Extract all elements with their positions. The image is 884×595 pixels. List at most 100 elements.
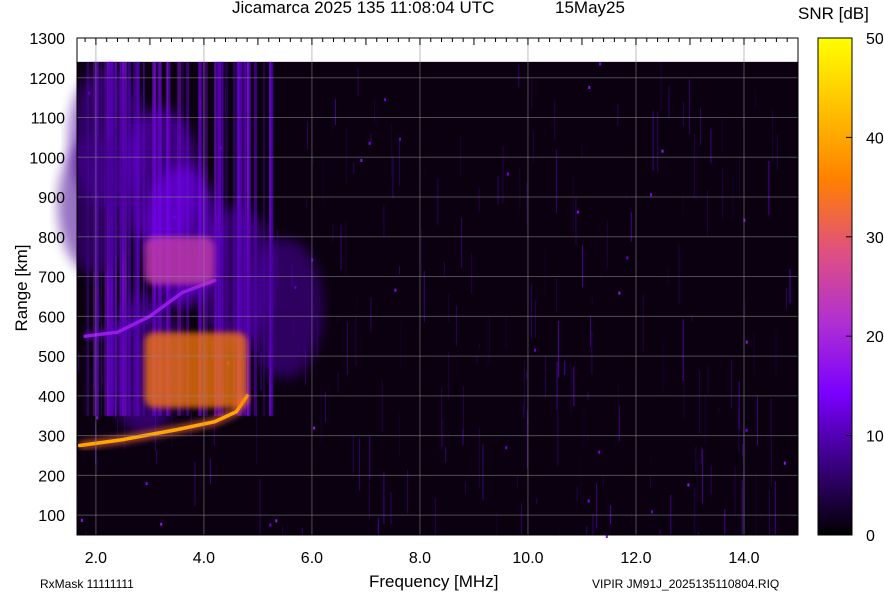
noise-dot bbox=[618, 291, 621, 295]
noise-streak bbox=[545, 356, 546, 398]
noise-streak bbox=[156, 450, 158, 464]
noise-dot bbox=[275, 519, 278, 523]
noise-streak bbox=[526, 372, 528, 379]
noise-streak bbox=[531, 78, 533, 109]
noise-streak bbox=[710, 465, 712, 495]
noise-streak bbox=[526, 182, 528, 225]
noise-streak bbox=[741, 62, 742, 76]
y-tick-label: 600 bbox=[38, 309, 65, 326]
noise-streak bbox=[448, 352, 450, 399]
y-tick-label: 1300 bbox=[29, 31, 65, 48]
noise-streak bbox=[443, 261, 445, 278]
noise-streak bbox=[322, 159, 324, 203]
noise-streak bbox=[346, 321, 348, 375]
noise-dot bbox=[80, 518, 83, 522]
colorbar-tick-label: 30 bbox=[866, 230, 884, 247]
noise-streak bbox=[591, 297, 593, 305]
noise-streak bbox=[742, 443, 744, 457]
noise-streak bbox=[534, 300, 536, 338]
noise-streak bbox=[345, 220, 347, 276]
noise-dot bbox=[598, 450, 601, 454]
colorbar-tick-label: 20 bbox=[866, 329, 884, 346]
noise-streak bbox=[301, 528, 303, 535]
noise-streak bbox=[732, 177, 734, 219]
noise-streak bbox=[557, 321, 559, 378]
y-tick-label: 1100 bbox=[31, 111, 66, 128]
noise-streak bbox=[392, 156, 394, 198]
noise-streak bbox=[668, 86, 670, 119]
noise-streak bbox=[374, 99, 376, 123]
noise-streak bbox=[352, 434, 354, 474]
noise-streak bbox=[356, 295, 357, 309]
noise-streak bbox=[194, 461, 196, 507]
noise-streak bbox=[662, 341, 664, 392]
noise-streak bbox=[423, 169, 425, 178]
noise-streak bbox=[383, 471, 385, 525]
noise-streak bbox=[768, 489, 770, 535]
noise-streak bbox=[391, 123, 393, 179]
noise-streak bbox=[536, 498, 538, 505]
noise-streak bbox=[721, 117, 723, 153]
noise-streak bbox=[731, 359, 732, 408]
noise-streak bbox=[478, 187, 480, 213]
noise-streak bbox=[518, 64, 520, 88]
noise-streak bbox=[519, 168, 521, 209]
noise-streak bbox=[682, 191, 684, 215]
y-tick-label: 800 bbox=[38, 230, 65, 247]
x-tick-label: 6.0 bbox=[301, 550, 323, 567]
noise-streak bbox=[650, 454, 652, 462]
noise-streak bbox=[695, 151, 697, 201]
noise-streak bbox=[399, 322, 401, 368]
noise-streak bbox=[774, 481, 776, 535]
noise-streak bbox=[558, 525, 560, 535]
noise-streak bbox=[407, 470, 409, 514]
x-tick-label: 8.0 bbox=[409, 550, 431, 567]
noise-dot bbox=[534, 348, 537, 352]
noise-streak bbox=[596, 482, 598, 529]
noise-streak bbox=[683, 376, 685, 418]
x-tick-label: 4.0 bbox=[193, 550, 215, 567]
y-tick-label: 700 bbox=[38, 270, 65, 287]
y-tick-label: 500 bbox=[38, 349, 65, 366]
noise-dot bbox=[626, 256, 629, 260]
noise-streak bbox=[660, 62, 662, 111]
y-tick-label: 1200 bbox=[29, 71, 65, 88]
noise-streak bbox=[83, 348, 85, 410]
noise-dot bbox=[384, 98, 386, 102]
noise-dot bbox=[687, 483, 690, 487]
noise-streak bbox=[724, 509, 726, 535]
noise-streak bbox=[423, 270, 425, 323]
plot-area bbox=[57, 61, 798, 538]
noise-streak bbox=[97, 459, 99, 472]
noise-dot bbox=[745, 428, 748, 432]
noise-streak bbox=[305, 199, 307, 209]
noise-streak bbox=[275, 381, 277, 415]
noise-dot bbox=[313, 426, 316, 430]
y-tick-label: 300 bbox=[38, 429, 65, 446]
noise-streak bbox=[434, 498, 436, 535]
colorbar-tick-label: 10 bbox=[866, 429, 884, 446]
noise-streak bbox=[282, 526, 284, 535]
noise-streak bbox=[768, 160, 770, 216]
noise-streak bbox=[445, 446, 447, 463]
noise-streak bbox=[789, 269, 791, 304]
noise-streak bbox=[696, 460, 698, 503]
noise-dot bbox=[599, 62, 602, 66]
noise-streak bbox=[694, 487, 696, 535]
noise-dot bbox=[96, 416, 99, 420]
noise-streak bbox=[497, 176, 499, 205]
noise-streak bbox=[617, 384, 619, 441]
noise-streak bbox=[701, 449, 703, 504]
noise-streak bbox=[520, 503, 522, 535]
noise-streak bbox=[390, 492, 392, 525]
noise-streak bbox=[572, 174, 574, 233]
noise-streak bbox=[738, 408, 740, 453]
noise-streak bbox=[739, 156, 741, 200]
noise-streak bbox=[332, 224, 334, 242]
noise-dot bbox=[506, 172, 509, 176]
noise-streak bbox=[586, 526, 588, 535]
noise-streak bbox=[754, 89, 756, 110]
noise-dot bbox=[269, 523, 272, 527]
noise-streak bbox=[209, 458, 211, 484]
noise-streak bbox=[573, 366, 575, 406]
